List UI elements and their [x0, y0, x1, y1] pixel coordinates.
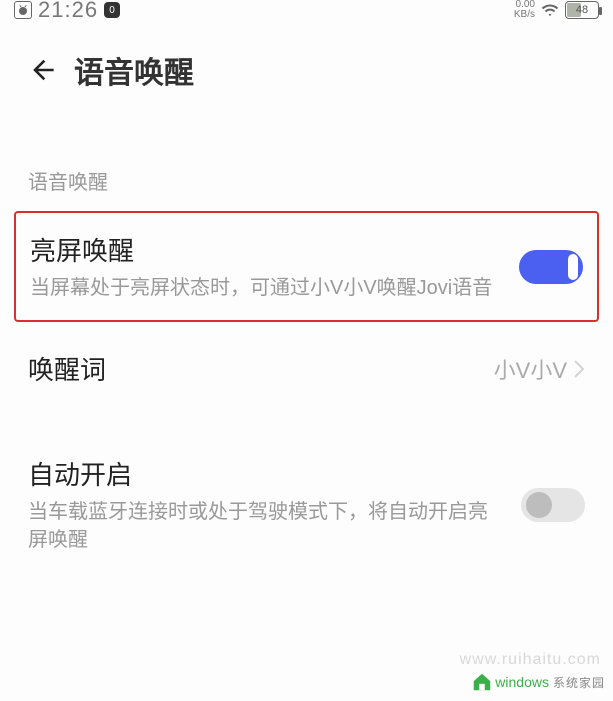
battery-percent: 48	[576, 4, 588, 16]
toggle-auto-on[interactable]	[521, 488, 585, 522]
row-auto-on[interactable]: 自动开启 当车载蓝牙连接时或处于驾驶模式下，将自动开启亮屏唤醒	[0, 437, 613, 572]
battery-indicator: 48	[565, 1, 599, 19]
row-wake-word-title: 唤醒词	[28, 350, 476, 387]
row-screen-wake-desc: 当屏幕处于亮屏状态时，可通过小V小V唤醒Jovi语音	[30, 274, 501, 302]
wifi-icon	[541, 1, 559, 19]
watermark-brand: windows 系统家园	[471, 671, 605, 693]
row-screen-wake-title: 亮屏唤醒	[30, 231, 501, 268]
alarm-icon	[14, 1, 32, 19]
row-auto-on-desc: 当车载蓝牙连接时或处于驾驶模式下，将自动开启亮屏唤醒	[28, 498, 503, 554]
network-speed-unit: KB/s	[514, 10, 535, 20]
row-wake-word[interactable]: 唤醒词 小V小V	[0, 332, 613, 405]
row-auto-on-title: 自动开启	[28, 455, 503, 492]
house-icon	[471, 671, 493, 693]
page-title: 语音唤醒	[74, 48, 194, 92]
page-header: 语音唤醒	[0, 20, 613, 102]
toggle-screen-wake[interactable]	[519, 250, 583, 284]
watermark-url: www.ruihaitu.com	[460, 651, 601, 669]
row-screen-wake[interactable]: 亮屏唤醒 当屏幕处于亮屏状态时，可通过小V小V唤醒Jovi语音	[14, 211, 599, 322]
network-speed: 0.00 KB/s	[514, 0, 535, 20]
back-arrow-icon[interactable]	[28, 56, 56, 84]
toggle-knob	[526, 492, 552, 518]
row-wake-word-value: 小V小V	[494, 353, 567, 385]
toggle-knob	[568, 254, 578, 280]
row-wake-word-text: 唤醒词	[28, 350, 476, 387]
row-screen-wake-text: 亮屏唤醒 当屏幕处于亮屏状态时，可通过小V小V唤醒Jovi语音	[30, 231, 501, 302]
watermark-brand-text: windows	[495, 674, 549, 690]
section-label-voice-wake: 语音唤醒	[0, 102, 613, 211]
watermark-cn-text: 系统家园	[553, 674, 605, 691]
status-left: 21:26 0	[14, 0, 120, 23]
status-right: 0.00 KB/s 48	[514, 0, 599, 20]
status-bar: 21:26 0 0.00 KB/s 48	[0, 0, 613, 20]
notification-count-badge: 0	[104, 2, 120, 18]
row-wake-word-right: 小V小V	[494, 353, 585, 385]
row-auto-on-text: 自动开启 当车载蓝牙连接时或处于驾驶模式下，将自动开启亮屏唤醒	[28, 455, 503, 554]
status-time: 21:26	[38, 0, 98, 23]
chevron-right-icon	[573, 359, 585, 379]
